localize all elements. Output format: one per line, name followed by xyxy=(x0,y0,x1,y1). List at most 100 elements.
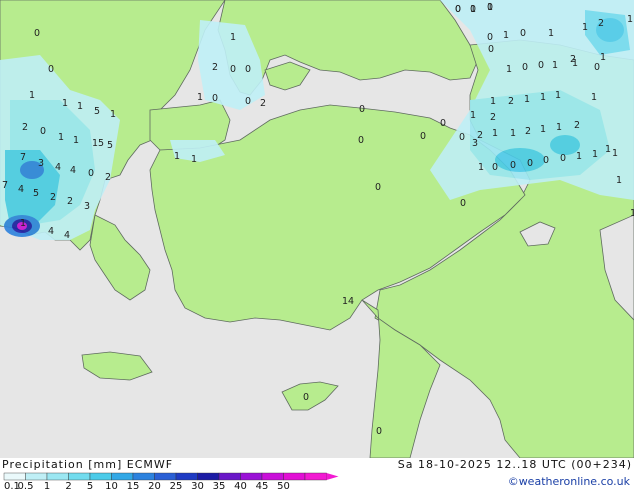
precip-label: 0 xyxy=(245,64,251,75)
precip-label: 0 xyxy=(245,96,251,107)
precip-label: 1 xyxy=(524,94,530,105)
legend-swatch xyxy=(261,472,284,481)
precip-label: 0 xyxy=(40,126,46,137)
precip-label: 2 xyxy=(260,98,266,109)
precip-label: 2 xyxy=(50,192,56,203)
precip-label: 0 xyxy=(34,28,40,39)
precip-label: 0 xyxy=(522,62,528,73)
precip-label: 1 xyxy=(592,149,598,160)
precip-label: 1 xyxy=(506,64,512,75)
precip-label: 0 xyxy=(48,64,54,75)
precip-label: 1 xyxy=(605,144,611,155)
precip-label: 1 xyxy=(548,28,554,39)
precip-label: 2 xyxy=(67,196,73,207)
precip-label: 1 xyxy=(612,148,618,159)
precipitation-map[interactable]: 0100102001100211211001100121211111121122… xyxy=(0,0,634,459)
precip-label: 1 xyxy=(582,22,588,33)
precip-label: 1 xyxy=(600,52,606,63)
precip-label: 1 xyxy=(572,58,578,69)
precip-label: 1 xyxy=(110,109,116,120)
precip-label: 7 xyxy=(20,152,26,163)
legend-swatch xyxy=(218,472,241,481)
precip-label: 0 xyxy=(510,160,516,171)
legend-tick-label: 20 xyxy=(148,481,161,490)
precip-label: 5 xyxy=(33,188,39,199)
legend-tick-label: 5 xyxy=(87,481,93,490)
precip-label: 0 xyxy=(538,60,544,71)
precip-label: 2 xyxy=(105,172,111,183)
legend-tick-label: 2 xyxy=(65,481,71,490)
precip-label: 0 xyxy=(303,392,309,403)
precip-label: 1 xyxy=(492,128,498,139)
precip-label: 1 xyxy=(552,60,558,71)
legend-swatch xyxy=(240,472,263,481)
precip-label: 2 xyxy=(212,62,218,73)
precip-label: 5 xyxy=(94,106,100,117)
precip-label: 1 xyxy=(478,162,484,173)
precip-label: 0 xyxy=(440,118,446,129)
precip-label: 1 xyxy=(503,30,509,41)
legend-swatch xyxy=(111,472,134,481)
precip-label: 4 xyxy=(55,162,61,173)
legend-arrow xyxy=(326,473,339,480)
legend-tick-label: 15 xyxy=(127,481,140,490)
precip-label: 1 xyxy=(77,101,83,112)
precip-label: 3 xyxy=(38,158,44,169)
precip-label: 1 xyxy=(591,92,597,103)
precip-label: 0 xyxy=(420,131,426,142)
precip-label: 1 xyxy=(510,128,516,139)
precip-label: 0 xyxy=(488,44,494,55)
precip-label: 0 xyxy=(455,4,461,15)
precip-label: 0 xyxy=(487,32,493,43)
color-legend: 0.10.5 1 2 5 10 15 20 25 30 35 40 45 50 xyxy=(3,472,339,490)
legend-tick-label: 45 xyxy=(256,481,269,490)
legend-swatch xyxy=(283,472,306,481)
precip-label: 0 xyxy=(88,168,94,179)
precip-label: 1 xyxy=(556,122,562,133)
precip-label: 0 xyxy=(359,104,365,115)
precip-label: 1 xyxy=(630,208,634,219)
precip-label: 1 xyxy=(487,2,493,13)
legend-swatch xyxy=(89,472,112,481)
precip-label: 3 xyxy=(472,138,478,149)
precip-label: 1 xyxy=(627,14,633,25)
precip-label: 1 xyxy=(29,90,35,101)
precip-label: 0 xyxy=(376,426,382,437)
precip-label: 0 xyxy=(594,62,600,73)
legend-swatch xyxy=(154,472,177,481)
legend-swatch xyxy=(132,472,155,481)
precip-label: 0 xyxy=(230,64,236,75)
precip-label: 4 xyxy=(64,230,70,241)
legend-tick-label: 25 xyxy=(170,481,183,490)
precip-label: 0 xyxy=(492,162,498,173)
valid-time: Sa 18-10-2025 12..18 UTC (00+234) xyxy=(397,458,632,471)
precip-label: 4 xyxy=(18,184,24,195)
precip-label: 1 xyxy=(230,32,236,43)
precip-label: 5 xyxy=(107,140,113,151)
precip-label: 0 xyxy=(358,135,364,146)
precip-label: 3 xyxy=(84,201,90,212)
legend-tick-label: 40 xyxy=(234,481,247,490)
precip-label: 4 xyxy=(70,165,76,176)
precip-label: 1 xyxy=(540,124,546,135)
precip-label: 1 xyxy=(20,218,26,229)
legend-swatch xyxy=(46,472,69,481)
precip-label: 1 xyxy=(470,110,476,121)
precip-label: 1 xyxy=(616,175,622,186)
precip-label: 15 xyxy=(92,138,104,149)
legend-tick-label: 35 xyxy=(213,481,226,490)
precip-label: 1 xyxy=(191,154,197,165)
legend-swatch xyxy=(175,472,198,481)
precip-label: 0 xyxy=(460,198,466,209)
legend-tick-label: 50 xyxy=(277,481,290,490)
precip-label: 14 xyxy=(342,296,354,307)
credit-link[interactable]: ©weatheronline.co.uk xyxy=(508,475,630,488)
map-title: Precipitation [mm] ECMWF xyxy=(2,458,174,471)
legend-swatch xyxy=(304,472,327,481)
precip-label: 2 xyxy=(490,112,496,123)
precip-label: 0 xyxy=(459,132,465,143)
precip-label: 1 xyxy=(490,96,496,107)
precip-label: 0 xyxy=(527,158,533,169)
precip-label: 7 xyxy=(2,180,8,191)
precip-label: 2 xyxy=(574,120,580,131)
